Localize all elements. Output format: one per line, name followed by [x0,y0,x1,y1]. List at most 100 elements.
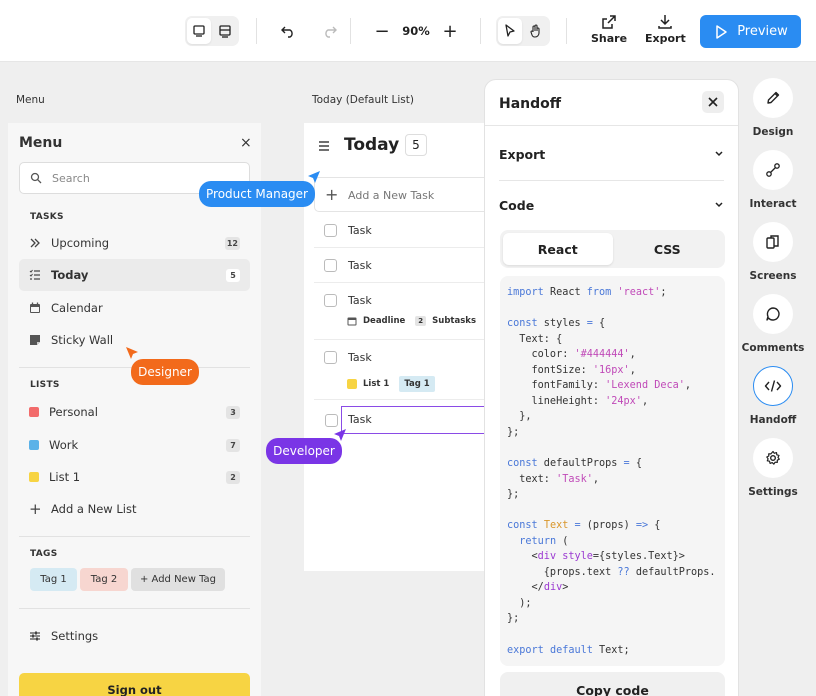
rail-button[interactable] [753,150,793,190]
gear-icon [766,450,780,465]
preview-label: Preview [737,24,788,39]
task-checkbox[interactable] [325,414,338,427]
rail-button[interactable] [753,222,793,262]
rail-button[interactable] [753,78,793,118]
export-button[interactable]: Export [645,14,686,45]
chevron-down-icon [715,151,723,157]
zoom-in-button[interactable]: + [438,18,462,44]
list-label: List 1 [363,379,390,389]
list-1-count: 2 [226,471,240,484]
hamburger-icon[interactable] [318,140,330,152]
sidebar-item-label: Calendar [51,301,103,315]
add-task-input[interactable]: + Add a New Task [314,177,494,212]
tab-css[interactable]: CSS [613,233,723,265]
sidebar-item-work[interactable]: Work 7 [19,429,250,461]
product-manager-cursor-label: Product Manager [199,181,315,207]
undo-icon [281,26,293,38]
deadline-label: Deadline [363,316,406,326]
share-label: Share [591,32,628,45]
close-icon [708,97,718,107]
rail-item-comments[interactable]: Comments [742,294,804,354]
mobile-view-button[interactable] [213,18,237,44]
desktop-view-button[interactable] [187,18,211,44]
code-accordion[interactable]: Code [499,198,724,213]
undo-button[interactable] [276,18,300,44]
interact-icon [766,163,780,177]
task-checkbox[interactable] [324,351,337,364]
tags-group-title: TAGS [30,549,58,559]
rail-item-handoff[interactable]: Handoff [749,366,797,426]
settings-label: Settings [51,629,99,643]
code-text: import React from 'react'; const styles … [507,287,716,656]
share-button[interactable]: Share [591,14,627,45]
sign-out-button[interactable]: Sign out [19,673,250,696]
task-row[interactable]: Task [314,213,494,248]
personal-color-swatch [29,407,39,417]
share-icon [602,15,616,29]
task-checkbox[interactable] [324,224,337,237]
sidebar-item-list-1[interactable]: List 1 2 [19,461,250,493]
personal-count: 3 [226,406,240,419]
rail-button[interactable] [753,294,793,334]
add-list-button[interactable]: + Add a New List [19,493,250,525]
rail-item-design[interactable]: Design [749,78,797,138]
task-label: Task [348,259,372,272]
search-icon [30,172,42,184]
zoom-out-button[interactable]: − [370,18,394,44]
sidebar-item-label: Personal [49,405,98,419]
pencil-icon [767,91,780,104]
designer-cursor-label: Designer [131,359,199,385]
calendar-icon [30,302,40,313]
redo-icon [325,26,337,38]
handoff-panel: Handoff Export Code React CSS import Rea… [484,79,739,696]
code-accordion-label: Code [499,198,535,213]
export-accordion[interactable]: Export [499,147,724,162]
rail-item-interact[interactable]: Interact [749,150,797,210]
code-language-tabs: React CSS [500,230,725,268]
menu-close-button[interactable]: × [240,135,252,151]
tag-2-chip[interactable]: Tag 2 [80,568,128,591]
sidebar-item-label: List 1 [49,470,81,484]
rail-button[interactable] [753,438,793,478]
task-checkbox[interactable] [324,294,337,307]
sidebar-item-upcoming[interactable]: Upcoming 12 [19,227,250,259]
hand-tool-button[interactable] [524,18,548,44]
calendar-icon [347,317,357,326]
sidebar-item-today[interactable]: Today 5 [19,259,250,291]
settings-button[interactable]: Settings [19,620,250,652]
copy-code-button[interactable]: Copy code [500,672,725,696]
rail-item-settings[interactable]: Settings [748,438,798,498]
task-row[interactable]: Task List 1 Tag 1 [314,340,494,400]
download-icon [658,15,673,29]
desktop-icon [193,25,205,37]
tag-1-chip[interactable]: Tag 1 [30,568,77,591]
menu-panel: Menu × Search TASKS Upcoming 12 Today 5 … [8,123,261,696]
task-meta: List 1 Tag 1 [347,376,435,392]
menu-section-label: Menu [16,94,45,106]
sidebar-item-calendar[interactable]: Calendar [19,292,250,324]
task-row[interactable]: Task [314,248,494,283]
subtasks-label: Subtasks [432,316,476,326]
list-check-icon [29,269,40,280]
redo-button[interactable] [318,18,342,44]
tab-react[interactable]: React [503,233,613,265]
work-color-swatch [29,440,39,450]
sidebar-item-label: Today [51,268,89,282]
add-task-placeholder: Add a New Task [348,189,435,202]
rail-button[interactable] [753,366,793,406]
rail-item-screens[interactable]: Screens [749,222,797,282]
tag-chip: Tag 1 [399,376,435,392]
handoff-close-button[interactable] [702,91,724,113]
chevron-down-icon [715,202,723,208]
pointer-tool-button[interactable] [498,18,522,44]
list-1-color-swatch [29,472,39,482]
preview-button[interactable]: Preview [700,15,801,48]
task-checkbox[interactable] [324,259,337,272]
today-section-label: Today (Default List) [312,94,414,106]
sidebar-item-personal[interactable]: Personal 3 [19,396,250,428]
add-tag-button[interactable]: + Add New Tag [131,568,225,591]
task-row-selected[interactable]: Task [341,406,494,434]
task-row[interactable]: Task Deadline 2 Subtasks [314,283,494,340]
device-toggle [185,16,239,46]
developer-cursor-label: Developer [266,438,342,464]
